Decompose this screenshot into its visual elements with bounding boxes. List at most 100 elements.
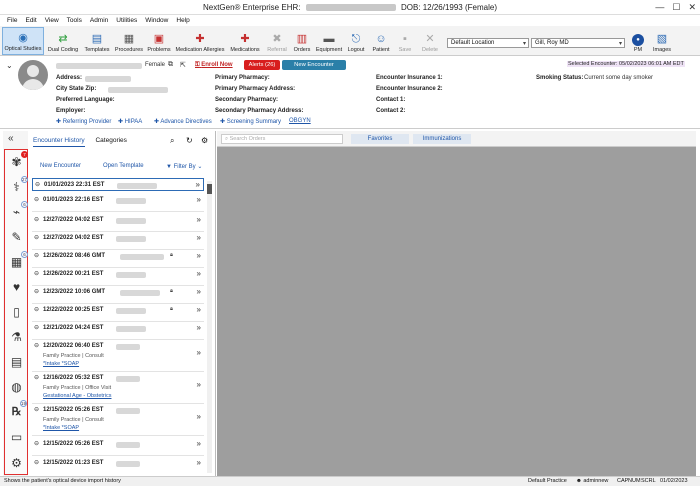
open-template-link[interactable]: Open Template [103,163,144,169]
delete-button[interactable]: ✕ Delete [418,27,442,55]
location-select[interactable]: Default Location ▾ [447,38,529,48]
enroll-now-link[interactable]: ⚿ Enroll Now [195,62,233,69]
expand-icon[interactable]: » [197,305,201,314]
obgyn-link[interactable]: OBGYN [289,118,311,124]
filter-by-dropdown[interactable]: ▼ Filter By ⌄ [166,163,202,170]
scrollbar-thumb[interactable] [207,184,212,194]
templates-button[interactable]: ▤ Templates [82,27,112,55]
menu-admin[interactable]: Admin [90,17,108,24]
encounter-icon: ⊖ [34,343,40,349]
search-icon[interactable]: ⌕ [170,136,174,146]
logout-button[interactable]: ⎋ Logout [345,27,367,55]
encounter-scrollbar[interactable] [207,181,212,473]
expand-icon[interactable]: » [197,215,201,224]
calendar-heart-icon[interactable]: ▤ [9,354,24,369]
list-item[interactable]: ⊖ 01/01/2023 22:16 EST » [32,194,204,212]
patient-button[interactable]: ☺ Patient [369,27,393,55]
pm-button[interactable]: ● PM [629,27,647,55]
list-item[interactable]: ⊖ 12/26/2022 08:46 GMT 🔒︎ » [32,250,204,268]
list-item[interactable]: ⊖ 12/15/2022 05:26 EST Family Practice |… [32,404,204,436]
expand-icon[interactable]: » [197,439,201,448]
list-item[interactable]: ⊖ 12/23/2022 10:06 GMT 🔒︎ » [32,286,204,304]
procedures-button[interactable]: ▦ Procedures [114,27,144,55]
expand-icon[interactable]: » [197,233,201,242]
expand-icon[interactable]: » [197,269,201,278]
search-orders-input[interactable]: ⌕ Search Orders [221,134,343,144]
menu-file[interactable]: File [7,17,17,24]
list-item[interactable]: ⊖ 01/01/2023 22:31 EST » [32,178,204,191]
list-item[interactable]: ⊖ 12/27/2022 04:02 EST » [32,214,204,232]
images-button[interactable]: ▧ Images [651,27,673,55]
refresh-icon[interactable]: ↻ [186,136,193,145]
medications-button[interactable]: ✚ Medications [228,27,262,55]
menu-help[interactable]: Help [176,17,189,24]
gear-icon[interactable]: ⚙ [9,455,24,470]
expand-icon[interactable]: » [197,195,201,204]
list-item[interactable]: ⊖ 12/16/2022 05:32 EST Family Practice |… [32,372,204,404]
expand-icon[interactable]: » [197,348,201,357]
expand-icon[interactable]: » [197,458,201,467]
orders-button[interactable]: ▥ Orders [291,27,313,55]
referring-provider-link[interactable]: ✚ Referring Provider [56,118,111,125]
external-link-icon[interactable]: ⇱ [180,61,186,69]
orders-icon: ▥ [296,33,308,45]
list-item[interactable]: ⊖ 12/21/2022 04:24 EST » [32,322,204,340]
globe-people-icon[interactable]: ◍ [9,379,24,394]
list-item[interactable]: ⊖ 12/26/2022 00:21 EST » [32,268,204,286]
dual-coding-button[interactable]: ⇄ Dual Coding [46,27,80,55]
user-icon: ☻ [576,478,582,484]
equipment-button[interactable]: ▬ Equipment [314,27,344,55]
document-icon[interactable]: ▭ [9,429,24,444]
sidebar-badge-count: 27 [21,176,28,183]
chevron-down-icon: ▾ [618,41,622,47]
provider-select[interactable]: Gill, Roy MD ▾ [531,38,625,48]
expand-icon[interactable]: » [197,323,201,332]
flask-icon[interactable]: ⚗ [9,329,24,344]
expand-icon[interactable]: » [197,380,201,389]
collapse-icon[interactable]: « [8,133,14,144]
status-bar: Shows the patient's optical device impor… [0,476,700,486]
alerts-button[interactable]: Alerts (26) [244,60,280,70]
lab-tubes-icon[interactable]: ▯ [9,304,24,319]
new-encounter-button[interactable]: New Encounter [282,60,346,70]
immunizations-button[interactable]: Immunizations [413,134,471,144]
list-item[interactable]: ⊖ 12/15/2022 01:23 EST » [32,457,204,475]
close-icon[interactable]: ✕ [688,2,696,13]
menu-view[interactable]: View [45,17,59,24]
menu-window[interactable]: Window [145,17,168,24]
template-link[interactable]: Gestational Age - Obstetrics [43,393,111,399]
list-item[interactable]: ⊖ 12/15/2022 05:26 EST » [32,438,204,456]
advance-directives-link[interactable]: ✚ Advance Directives [154,118,212,125]
tab-categories[interactable]: Categories [95,137,126,144]
save-button[interactable]: ▪ Save [395,27,415,55]
expand-icon[interactable]: » [196,180,200,189]
referral-button[interactable]: ✖ Referral [264,27,290,55]
menu-utilities[interactable]: Utilities [116,17,137,24]
list-item[interactable]: ⊖ 12/20/2022 06:40 EST Family Practice |… [32,340,204,372]
new-encounter-link[interactable]: New Encounter [40,163,81,169]
gear-icon[interactable]: ⚙ [201,136,208,145]
expand-icon[interactable]: » [197,251,201,260]
maximize-icon[interactable]: ☐ [672,2,680,13]
expand-icon[interactable]: » [197,287,201,296]
menu-tools[interactable]: Tools [67,17,82,24]
hipaa-link[interactable]: ✚ HIPAA [118,118,142,125]
chevron-down-icon[interactable]: ⌄ [6,61,13,70]
favorites-button[interactable]: Favorites [351,134,409,144]
syringe-icon[interactable]: ✎ [9,229,24,244]
list-item[interactable]: ⊖ 12/27/2022 04:02 EST » [32,232,204,250]
template-link[interactable]: *Intake *SOAP [43,425,79,431]
medication-allergies-button[interactable]: ✚ Medication Allergies [174,27,226,55]
menu-edit[interactable]: Edit [25,17,36,24]
minimize-icon[interactable]: — [655,2,664,13]
screening-summary-link[interactable]: ✚ Screening Summary [220,118,281,125]
problems-button[interactable]: ▣ Problems [146,27,172,55]
copy-icon[interactable]: ⧉ [168,61,173,69]
template-link[interactable]: *Intake *SOAP [43,361,79,367]
tab-encounter-history[interactable]: Encounter History [33,137,85,147]
encounter-icon: ⊖ [34,407,40,413]
optical-studies-button[interactable]: ◉ Optical Studies [2,27,44,55]
list-item[interactable]: ⊖ 12/22/2022 00:25 EST 🔒︎ » [32,304,204,322]
expand-icon[interactable]: » [197,412,201,421]
heart-pulse-icon[interactable]: ♥ [9,279,24,294]
